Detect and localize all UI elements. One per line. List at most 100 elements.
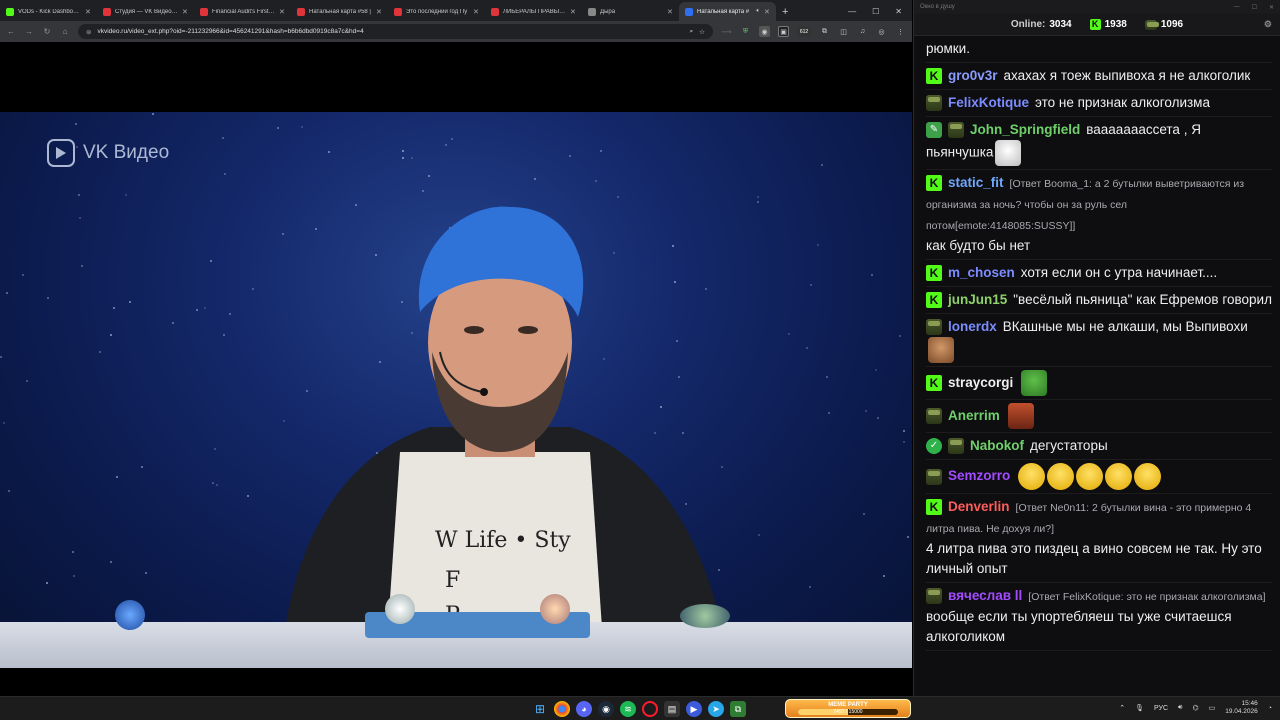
- app-icon[interactable]: ⧉: [730, 701, 746, 717]
- star: [875, 369, 878, 372]
- maximize-icon[interactable]: ☐: [1252, 4, 1257, 11]
- tray-chevron-icon[interactable]: ⌃: [1119, 704, 1125, 712]
- extension-icon[interactable]: ▣: [778, 26, 789, 37]
- chat-username[interactable]: gro0v3r: [948, 68, 998, 83]
- chat-username[interactable]: John_Springfield: [970, 122, 1080, 137]
- tab-favicon-icon: [394, 7, 402, 16]
- minimize-icon[interactable]: —: [848, 7, 856, 16]
- chat-username[interactable]: lonerdx: [948, 319, 997, 334]
- chat-reply-quote: [Ответ FelixKotique: это не признак алко…: [1028, 591, 1266, 603]
- extension-icon[interactable]: ◉: [759, 26, 770, 37]
- browser-tab[interactable]: Натальная карта # 🔈︎ ✕: [679, 2, 776, 21]
- kick-count: 1938: [1104, 19, 1127, 30]
- menu-icon[interactable]: ⋮: [895, 26, 906, 37]
- battery-icon[interactable]: ▭: [1209, 704, 1216, 712]
- minimize-icon[interactable]: —: [1234, 4, 1240, 11]
- extension-badge[interactable]: 612: [797, 26, 811, 37]
- tab-close-icon[interactable]: ✕: [182, 8, 188, 16]
- chat-username[interactable]: Anerrim: [948, 408, 1000, 423]
- opera-icon[interactable]: [642, 701, 658, 717]
- tab-close-icon[interactable]: ✕: [667, 8, 673, 16]
- tab-close-icon[interactable]: ✕: [570, 8, 576, 16]
- tab-favicon-icon: [685, 7, 693, 16]
- army-hat-badge-icon: [926, 468, 942, 485]
- media-icon[interactable]: ♫: [857, 26, 868, 37]
- army-hat-badge-icon: [948, 438, 964, 455]
- chat-window-title: Окно в душу: [920, 4, 955, 10]
- discord-icon[interactable]: ◕: [576, 701, 592, 717]
- kick-badge-icon: K: [926, 375, 942, 391]
- browser-tab[interactable]: Натальная карта #58 | ✕: [291, 2, 388, 21]
- star: [77, 193, 80, 196]
- browser-tab[interactable]: Студия — VK Видео Live ✕: [97, 2, 194, 21]
- reload-icon[interactable]: ↻: [42, 27, 52, 36]
- home-icon[interactable]: ⌂: [60, 27, 70, 36]
- back-icon[interactable]: ←: [6, 27, 16, 36]
- app-icon[interactable]: ▤: [664, 701, 680, 717]
- star: [757, 196, 760, 199]
- network-icon[interactable]: ⌬: [1192, 704, 1198, 712]
- tab-close-icon[interactable]: ✕: [85, 8, 91, 16]
- notifications-icon[interactable]: ◔: [1268, 705, 1272, 712]
- chat-username[interactable]: junJun15: [948, 292, 1007, 307]
- tab-close-icon[interactable]: ✕: [764, 8, 770, 16]
- star: [129, 300, 132, 303]
- tab-audio-icon[interactable]: 🔈︎: [756, 8, 760, 15]
- chat-username[interactable]: Denverlin: [948, 499, 1010, 514]
- media-player-icon[interactable]: ▶: [686, 701, 702, 717]
- browser-tab[interactable]: Это последний год Пу ✕: [388, 2, 485, 21]
- tab-close-icon[interactable]: ✕: [473, 8, 479, 16]
- extension-icon[interactable]: ⛨: [740, 26, 751, 37]
- chat-username[interactable]: straycorgi: [948, 375, 1013, 390]
- clock-time: 15:46: [1241, 700, 1258, 707]
- chat-username[interactable]: Nabokof: [970, 438, 1024, 453]
- star: [595, 180, 598, 182]
- online-counter: Online: 3034: [1010, 19, 1072, 30]
- bookmark-star-icon[interactable]: ☆: [699, 28, 705, 36]
- chat-username[interactable]: вячеслав ll: [948, 588, 1022, 603]
- steam-icon[interactable]: ◉: [598, 701, 614, 717]
- extensions-puzzle-icon[interactable]: ⧉: [819, 26, 830, 37]
- address-bar[interactable]: ⊜ vkvideo.ru/video_ext.php?oid=-21123296…: [78, 24, 713, 39]
- chrome-icon[interactable]: [554, 701, 570, 717]
- microphone-icon[interactable]: 🎙︎: [1135, 704, 1144, 712]
- video-frame[interactable]: VK Видео W Life • Sty F R: [0, 112, 912, 668]
- zoom-icon[interactable]: ⌕: [690, 28, 694, 36]
- video-player[interactable]: VK Видео W Life • Sty F R: [0, 42, 912, 696]
- chat-message-text: вообще если ты упортебляеш ты уже считае…: [926, 609, 1232, 644]
- forward-icon[interactable]: →: [24, 27, 34, 36]
- profile-icon[interactable]: ◎: [876, 26, 887, 37]
- chat-username[interactable]: static_fit: [948, 175, 1004, 190]
- tab-close-icon[interactable]: ✕: [279, 8, 285, 16]
- browser-tab[interactable]: Financial Audit's First Nec ✕: [194, 2, 291, 21]
- taskbar: ⊞ ◕ ◉ ≋ ▤ ▶ ➤ ⧉ MEME PARTY 7497 / 15000 …: [0, 696, 1280, 720]
- telegram-icon[interactable]: ➤: [708, 701, 724, 717]
- maximize-icon[interactable]: ☐: [872, 7, 879, 16]
- star: [898, 334, 901, 337]
- split-view-icon[interactable]: ◫: [838, 26, 849, 37]
- site-info-icon[interactable]: ⊜: [86, 28, 91, 36]
- language-indicator[interactable]: РУС: [1154, 705, 1168, 712]
- new-tab-button[interactable]: +: [776, 6, 794, 21]
- tab-close-icon[interactable]: ✕: [376, 8, 382, 16]
- browser-tab[interactable]: ЛИБЕРАЛЫ ПРАВЫ В 5 ✕: [485, 2, 582, 21]
- chat-username[interactable]: Semzorro: [948, 468, 1010, 483]
- start-icon[interactable]: ⊞: [532, 701, 548, 717]
- volume-icon[interactable]: 🔊︎: [1178, 704, 1182, 712]
- star: [301, 125, 304, 128]
- extension-icon[interactable]: ⟿: [721, 26, 732, 37]
- meme-party-widget[interactable]: MEME PARTY 7497 / 15000: [785, 699, 911, 718]
- settings-gear-icon[interactable]: ⚙: [1264, 19, 1272, 30]
- spotify-icon[interactable]: ≋: [620, 701, 636, 717]
- browser-tab[interactable]: Дыра ✕: [582, 2, 679, 21]
- chat-message: Kstatic_fit [Ответ Booma_1: а 2 бутылки в…: [926, 170, 1272, 260]
- chat-username[interactable]: FelixKotique: [948, 95, 1029, 110]
- star: [228, 313, 231, 316]
- clock[interactable]: 15:46 19.04.2026: [1225, 700, 1258, 716]
- browser-tab[interactable]: VODs - Kick Dashboard ✕: [0, 2, 97, 21]
- chat-message: рюмки.: [926, 36, 1272, 63]
- close-icon[interactable]: ✕: [1269, 4, 1274, 11]
- chat-username[interactable]: m_chosen: [948, 265, 1015, 280]
- close-icon[interactable]: ✕: [895, 7, 902, 16]
- kick-badge-icon: K: [926, 292, 942, 309]
